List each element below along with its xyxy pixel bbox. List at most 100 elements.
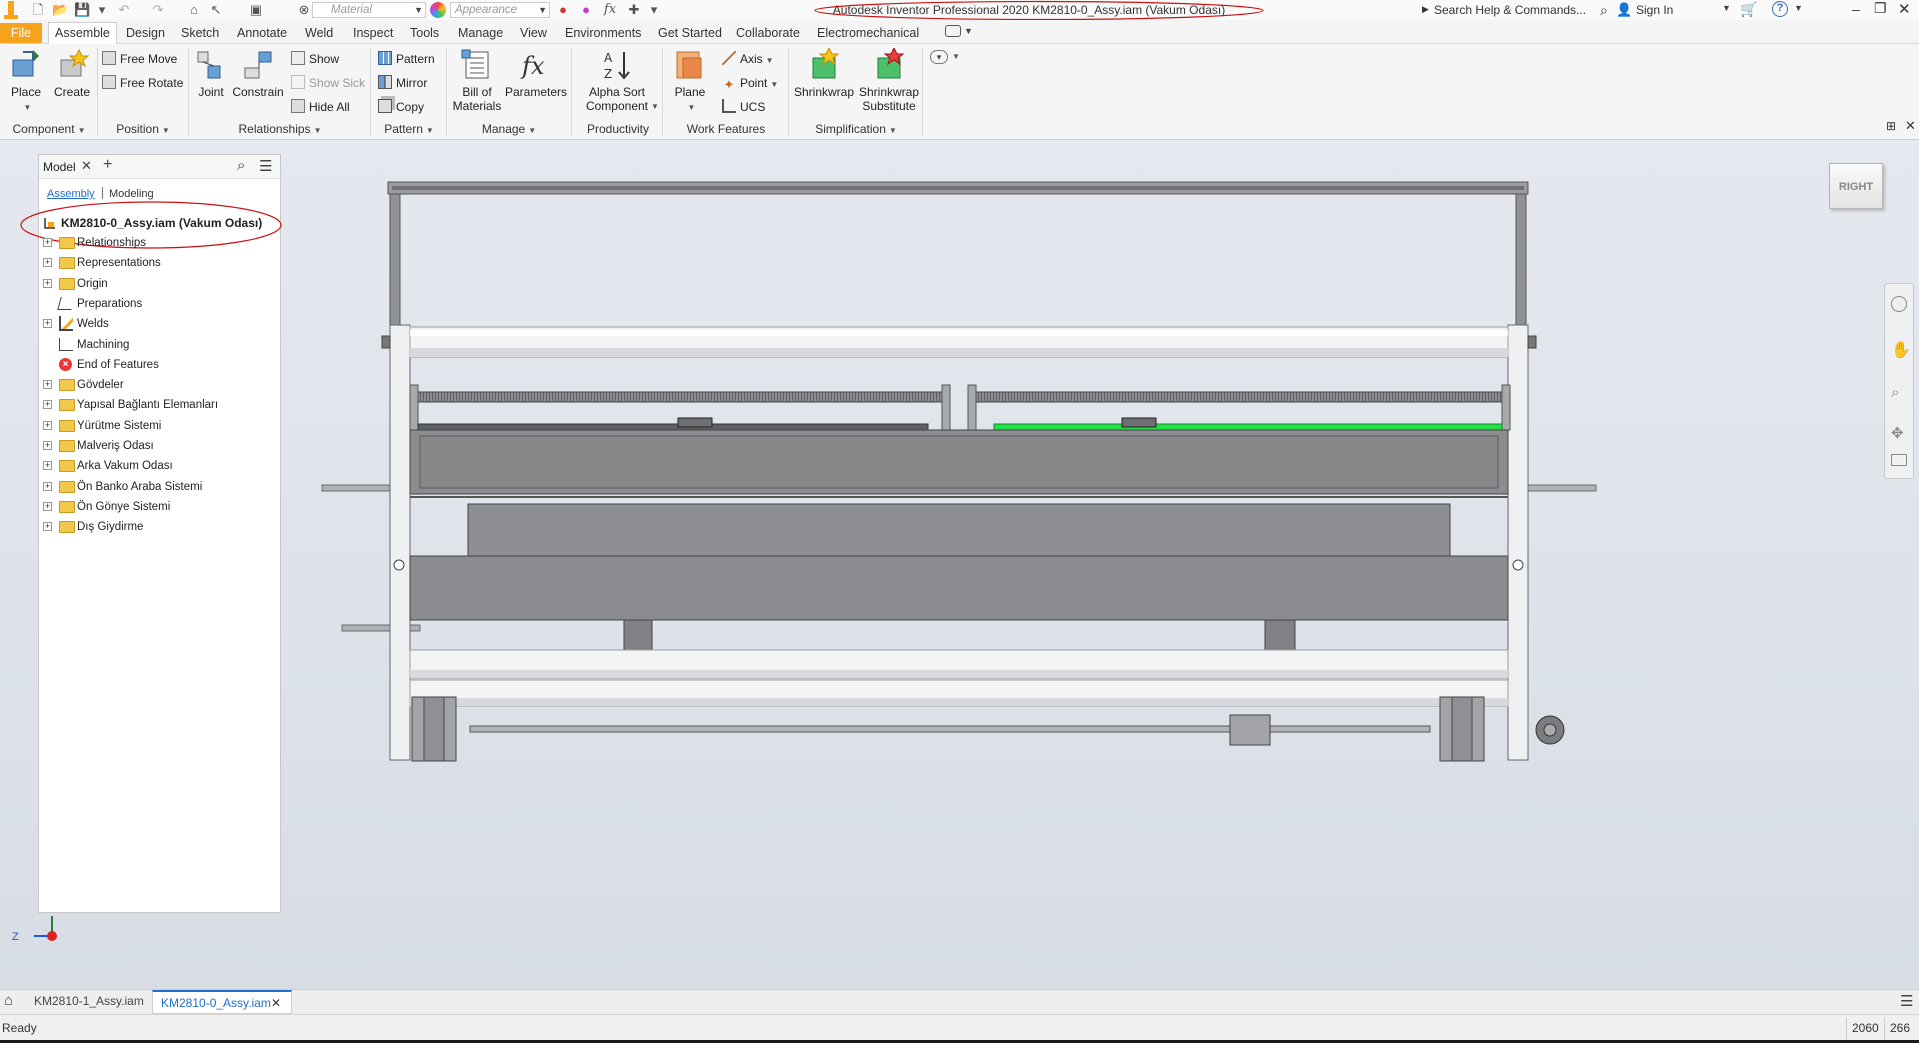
menu-icon[interactable]: ☰ [1900, 992, 1913, 1010]
restore-icon[interactable]: ❐ [1874, 0, 1887, 17]
redo-icon[interactable]: ↷ [150, 2, 166, 18]
tree-item[interactable]: + Gövdeler [39, 375, 280, 395]
bill-of-materials-button[interactable]: Bill of Materials [450, 48, 504, 113]
alpha-sort-button[interactable]: AZ Alpha Sort Component [580, 48, 654, 113]
expand-icon[interactable]: + [43, 441, 52, 450]
menu-icon[interactable]: ☰ [259, 157, 272, 175]
undo-icon[interactable]: ↶ [116, 2, 132, 18]
plus-icon[interactable]: ✚ [626, 2, 642, 18]
group-simplification[interactable]: Simplification ▼ [790, 120, 922, 138]
chevron-down-icon[interactable]: ▾ [94, 2, 110, 18]
expand-icon[interactable]: + [43, 420, 52, 430]
close-icon[interactable]: ✕ [81, 158, 92, 174]
tab-inspect[interactable]: Inspect [347, 23, 399, 43]
ucs-button[interactable]: UCS [722, 98, 765, 116]
tab-sketch[interactable]: Sketch [175, 23, 225, 43]
group-pattern[interactable]: Pattern ▼ [372, 120, 446, 138]
shrinkwrap-substitute-button[interactable]: Shrinkwrap Substitute [857, 48, 921, 113]
select-icon[interactable]: ↖ [208, 2, 224, 18]
tab-collaborate[interactable]: Collaborate [730, 23, 806, 43]
tree-item[interactable]: × End of Features [39, 355, 280, 375]
tree-item[interactable]: + Relationships [39, 233, 280, 253]
assembly-model-view[interactable] [0, 140, 1919, 989]
chevron-down-icon[interactable]: ▼ [651, 102, 659, 111]
free-rotate-button[interactable]: Free Rotate [102, 74, 183, 92]
orbit-icon[interactable]: ✥ [1891, 424, 1904, 442]
tree-item[interactable]: + Representations [39, 253, 280, 273]
ribbon-display-icon[interactable] [945, 25, 961, 37]
expand-panel-icon[interactable]: ▾ [930, 50, 948, 64]
inventor-logo-icon[interactable] [4, 1, 18, 19]
parameters-button[interactable]: fx Parameters [505, 48, 567, 99]
look-at-icon[interactable] [1891, 454, 1907, 466]
chevron-right-icon[interactable]: ▶ [1422, 4, 1429, 15]
tree-item[interactable]: + Ön Gönye Sistemi [39, 497, 280, 517]
steering-wheel-icon[interactable] [1891, 296, 1907, 312]
new-icon[interactable]: 🗋 [30, 2, 46, 18]
expand-icon[interactable]: + [43, 380, 52, 390]
tab-annotate[interactable]: Annotate [231, 23, 293, 43]
minimize-icon[interactable]: – [1852, 1, 1860, 17]
chevron-down-icon[interactable]: ▼ [1794, 3, 1803, 13]
joint-button[interactable]: Joint [192, 48, 230, 99]
chevron-down-icon[interactable]: ▾ [646, 2, 662, 18]
expand-icon[interactable]: + [43, 238, 52, 247]
chevron-down-icon[interactable]: ▼ [964, 26, 973, 36]
expand-icon[interactable]: + [43, 258, 52, 268]
tree-item[interactable]: + Dış Giydirme [39, 517, 280, 537]
close-icon[interactable]: ✕ [271, 992, 281, 1014]
pan-icon[interactable]: ✋ [1891, 340, 1911, 360]
expand-icon[interactable]: + [43, 319, 52, 329]
material-dropdown[interactable]: Material ▼ [312, 2, 426, 18]
tab-electromechanical[interactable]: Electromechanical [811, 23, 925, 43]
tab-assemble[interactable]: Assemble [48, 22, 117, 44]
fx-icon[interactable]: fx [602, 2, 618, 18]
browser-subtab-modeling[interactable]: Modeling [109, 188, 154, 200]
close-icon[interactable]: ✕ [1905, 118, 1916, 134]
help-icon[interactable]: ? [1772, 1, 1788, 17]
layout-icon[interactable]: ⊞ [1886, 119, 1896, 133]
constrain-button[interactable]: Constrain [231, 48, 285, 99]
axis-button[interactable]: Axis ▼ [722, 50, 774, 68]
shrinkwrap-button[interactable]: Shrinkwrap [792, 48, 856, 99]
doc-tab-km2810-0[interactable]: KM2810-0_Assy.iam ✕ [152, 990, 292, 1014]
adjust-icon[interactable]: ● [555, 2, 571, 18]
tree-item[interactable]: + Arka Vakum Odası [39, 456, 280, 476]
tab-design[interactable]: Design [120, 23, 171, 43]
expand-icon[interactable]: + [43, 400, 52, 410]
tab-manage[interactable]: Manage [452, 23, 509, 43]
appearance-dropdown[interactable]: Appearance ▼ [450, 2, 550, 18]
place-button[interactable]: Place ▼ [6, 48, 46, 115]
tab-environments[interactable]: Environments [559, 23, 647, 43]
mirror-button[interactable]: Mirror [378, 74, 427, 92]
graphics-viewport[interactable]: RIGHT ⊞ ✕ ✋ ⌕ ✥ Z [0, 118, 1919, 989]
home-icon[interactable]: ⌂ [186, 2, 202, 18]
create-button[interactable]: Create [52, 48, 92, 99]
chevron-down-icon[interactable]: ▼ [1722, 3, 1731, 13]
plane-button[interactable]: Plane ▼ [670, 48, 710, 115]
home-icon[interactable]: ⌂ [4, 992, 13, 1009]
group-manage[interactable]: Manage ▼ [448, 120, 570, 138]
close-icon[interactable]: ✕ [1898, 0, 1911, 18]
update-icon[interactable]: ▣ [248, 2, 264, 18]
tree-item[interactable]: + Malveriş Odası [39, 436, 280, 456]
hide-all-button[interactable]: Hide All [291, 98, 350, 116]
doc-tab-km2810-1[interactable]: KM2810-1_Assy.iam [28, 990, 150, 1014]
open-icon[interactable]: 📂 [52, 2, 68, 18]
cart-icon[interactable]: 🛒 [1740, 1, 1757, 18]
expand-icon[interactable]: + [43, 522, 52, 532]
tree-item[interactable]: + Yürütme Sistemi [39, 416, 280, 436]
show-button[interactable]: Show [291, 50, 339, 68]
tree-item[interactable]: + Ön Banko Araba Sistemi [39, 477, 280, 497]
browser-subtab-assembly[interactable]: Assembly [47, 188, 95, 200]
tab-get-started[interactable]: Get Started [652, 23, 728, 43]
browser-tab-model[interactable]: Model [43, 160, 76, 174]
tab-weld[interactable]: Weld [299, 23, 339, 43]
expand-icon[interactable]: + [43, 461, 52, 471]
tab-file[interactable]: File [0, 23, 42, 43]
tree-item[interactable]: + Yapısal Bağlantı Elemanları [39, 395, 280, 415]
tree-item[interactable]: Preparations [39, 294, 280, 314]
group-relationships[interactable]: Relationships ▼ [190, 120, 370, 138]
expand-icon[interactable]: + [43, 481, 52, 491]
search-icon[interactable]: ⌕ [1600, 2, 1608, 19]
